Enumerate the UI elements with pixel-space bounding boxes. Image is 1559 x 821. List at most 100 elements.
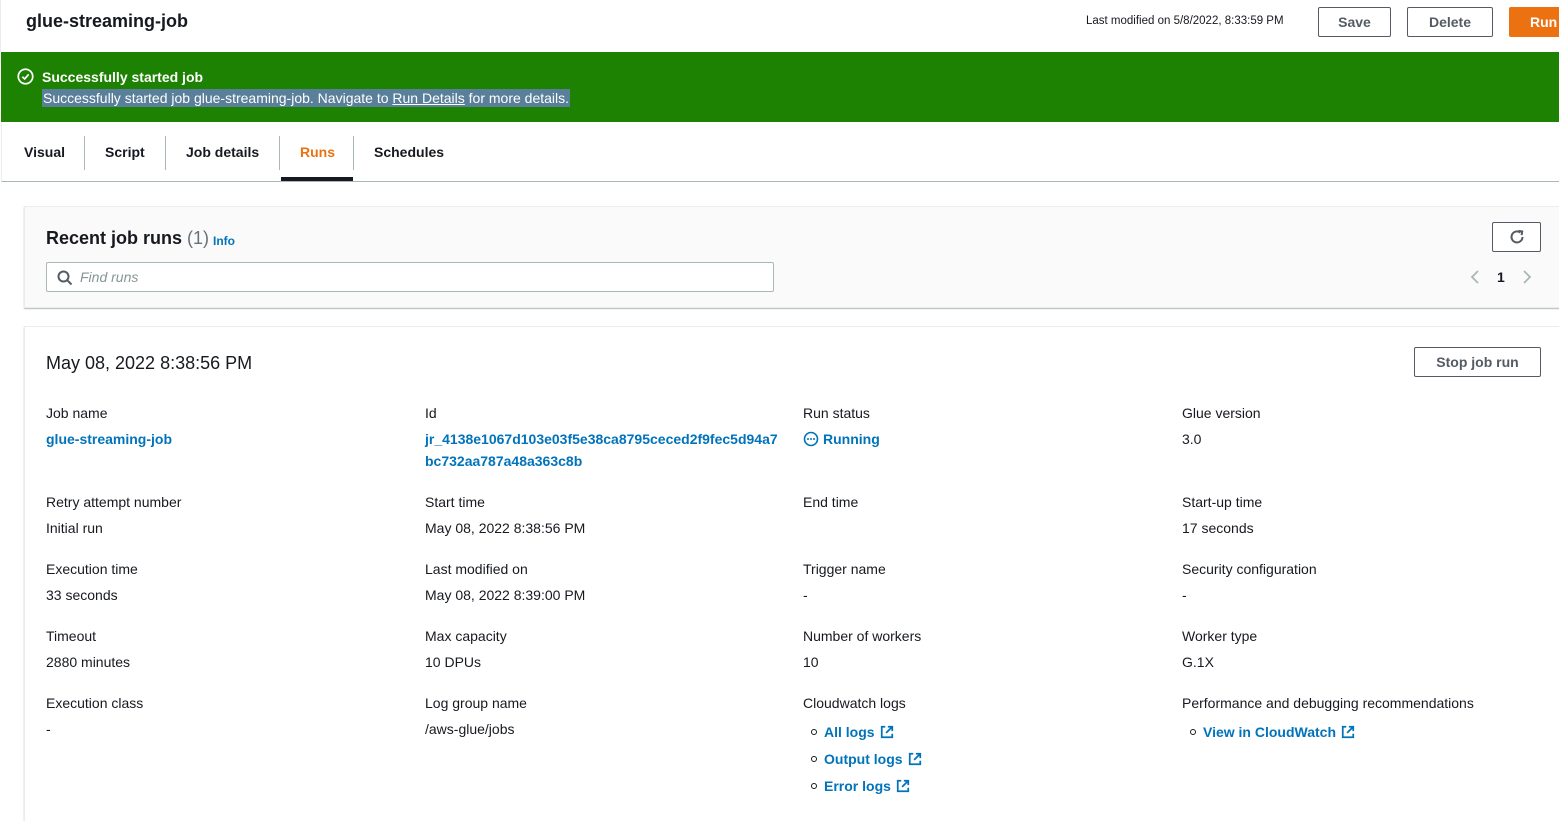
field-label: Glue version: [1182, 405, 1261, 421]
tab-script[interactable]: Script: [85, 134, 165, 170]
search-icon: [57, 270, 73, 286]
tab-visual[interactable]: Visual: [4, 134, 85, 170]
previous-page-button[interactable]: [1467, 267, 1483, 287]
next-page-button[interactable]: [1519, 267, 1535, 287]
field-value: 10 DPUs: [425, 654, 482, 670]
field-glue-version: Glue version 3.0: [1182, 403, 1552, 450]
run-details-link[interactable]: Run Details: [392, 90, 464, 106]
field-value: /aws-glue/jobs: [425, 721, 515, 737]
external-link-icon: [880, 725, 893, 738]
bullet-icon: [1190, 728, 1196, 735]
performance-link-list: View in CloudWatch: [1182, 718, 1552, 745]
field-label: Id: [425, 405, 437, 421]
field-label: Security configuration: [1182, 561, 1317, 577]
list-item: View in CloudWatch: [1182, 718, 1552, 745]
field-value: May 08, 2022 8:38:56 PM: [425, 520, 586, 536]
all-logs-link[interactable]: All logs: [824, 724, 875, 740]
field-value: -: [803, 587, 808, 603]
recent-runs-title-text: Recent job runs: [46, 228, 183, 248]
field-value: 2880 minutes: [46, 654, 131, 670]
field-label: Run status: [803, 405, 870, 421]
tab-bar: Visual Script Job details Runs Schedules: [1, 123, 1559, 182]
field-value: 17 seconds: [1182, 520, 1254, 536]
refresh-icon: [1510, 229, 1523, 244]
run-status: Running: [803, 428, 1173, 450]
flash-message-prefix: Successfully started job glue-streaming-…: [43, 90, 393, 106]
external-link-icon: [1341, 725, 1355, 738]
flash-message-suffix: for more details.: [464, 90, 570, 106]
field-trigger-name: Trigger name -: [803, 559, 1173, 606]
field-job-name: Job name glue-streaming-job: [46, 403, 416, 450]
field-label: Cloudwatch logs: [803, 695, 906, 711]
tab-runs[interactable]: Runs: [280, 134, 355, 170]
recent-runs-title: Recent job runs (1): [46, 228, 209, 249]
field-number-of-workers: Number of workers 10: [803, 626, 1173, 673]
stop-job-run-button[interactable]: Stop job run: [1414, 347, 1541, 377]
list-item: Error logs: [803, 772, 1173, 799]
page-header: glue-streaming-job Last modified on 5/8/…: [0, 0, 1559, 52]
error-logs-link[interactable]: Error logs: [824, 778, 891, 794]
field-value: G.1X: [1182, 654, 1214, 670]
save-button[interactable]: Save: [1318, 7, 1391, 37]
view-in-cloudwatch-link[interactable]: View in CloudWatch: [1203, 724, 1336, 740]
find-runs-input[interactable]: [80, 263, 760, 291]
bullet-icon: [811, 728, 817, 735]
find-runs-search: [46, 262, 774, 292]
field-label: Number of workers: [803, 628, 922, 644]
active-tab-indicator: [281, 177, 353, 181]
field-id: Id jr_4138e1067d103e03f5e38ca8795ceced2f…: [425, 403, 795, 472]
job-name-link[interactable]: glue-streaming-job: [46, 428, 416, 450]
bullet-icon: [811, 755, 817, 762]
flash-title: Successfully started job: [42, 69, 204, 85]
field-value: May 08, 2022 8:39:00 PM: [425, 587, 586, 603]
field-label: Worker type: [1182, 628, 1258, 644]
current-page-number[interactable]: 1: [1497, 269, 1505, 285]
chevron-left-icon: [1470, 270, 1479, 284]
field-performance-recommendations: Performance and debugging recommendation…: [1182, 693, 1552, 745]
field-label: Log group name: [425, 695, 527, 711]
field-label: Max capacity: [425, 628, 507, 644]
field-execution-time: Execution time 33 seconds: [46, 559, 416, 606]
field-label: Timeout: [46, 628, 97, 644]
field-worker-type: Worker type G.1X: [1182, 626, 1552, 673]
field-max-capacity: Max capacity 10 DPUs: [425, 626, 795, 673]
run-status-text: Running: [823, 431, 880, 447]
field-timeout: Timeout 2880 minutes: [46, 626, 416, 673]
success-flash-banner: Successfully started job Successfully st…: [1, 52, 1559, 122]
in-progress-icon: [803, 431, 819, 447]
field-log-group-name: Log group name /aws-glue/jobs: [425, 693, 795, 740]
bullet-icon: [811, 782, 817, 789]
field-retry-attempt: Retry attempt number Initial run: [46, 492, 416, 539]
job-run-detail-card: May 08, 2022 8:38:56 PM Stop job run Job…: [24, 326, 1559, 821]
refresh-button[interactable]: [1492, 222, 1541, 252]
job-title: glue-streaming-job: [26, 11, 189, 31]
delete-button[interactable]: Delete: [1407, 7, 1493, 37]
external-link-icon: [908, 752, 921, 765]
field-label: Start time: [425, 494, 485, 510]
pagination: 1: [1467, 267, 1535, 287]
field-label: Execution class: [46, 695, 144, 711]
field-label: Trigger name: [803, 561, 886, 577]
field-end-time: End time: [803, 492, 1173, 512]
field-label: End time: [803, 494, 859, 510]
field-label: Performance and debugging recommendation…: [1182, 695, 1474, 711]
run-id-link[interactable]: jr_4138e1067d103e03f5e38ca8795ceced2f9fe…: [425, 428, 785, 472]
field-value: 3.0: [1182, 431, 1202, 447]
field-label: Last modified on: [425, 561, 528, 577]
recent-runs-count: (1): [187, 228, 210, 248]
field-label: Start-up time: [1182, 494, 1263, 510]
field-security-config: Security configuration -: [1182, 559, 1552, 606]
run-title: May 08, 2022 8:38:56 PM: [46, 353, 253, 373]
field-cloudwatch-logs: Cloudwatch logs All logs Output logs Err…: [803, 693, 1173, 799]
field-start-time: Start time May 08, 2022 8:38:56 PM: [425, 492, 795, 539]
field-value: -: [46, 721, 51, 737]
list-item: Output logs: [803, 745, 1173, 772]
info-link[interactable]: Info: [213, 234, 235, 248]
field-value: -: [1182, 587, 1187, 603]
field-value: 33 seconds: [46, 587, 118, 603]
tab-job-details[interactable]: Job details: [166, 134, 279, 170]
run-button[interactable]: Run: [1509, 7, 1559, 37]
tab-schedules[interactable]: Schedules: [354, 134, 464, 170]
field-label: Retry attempt number: [46, 494, 182, 510]
output-logs-link[interactable]: Output logs: [824, 751, 903, 767]
